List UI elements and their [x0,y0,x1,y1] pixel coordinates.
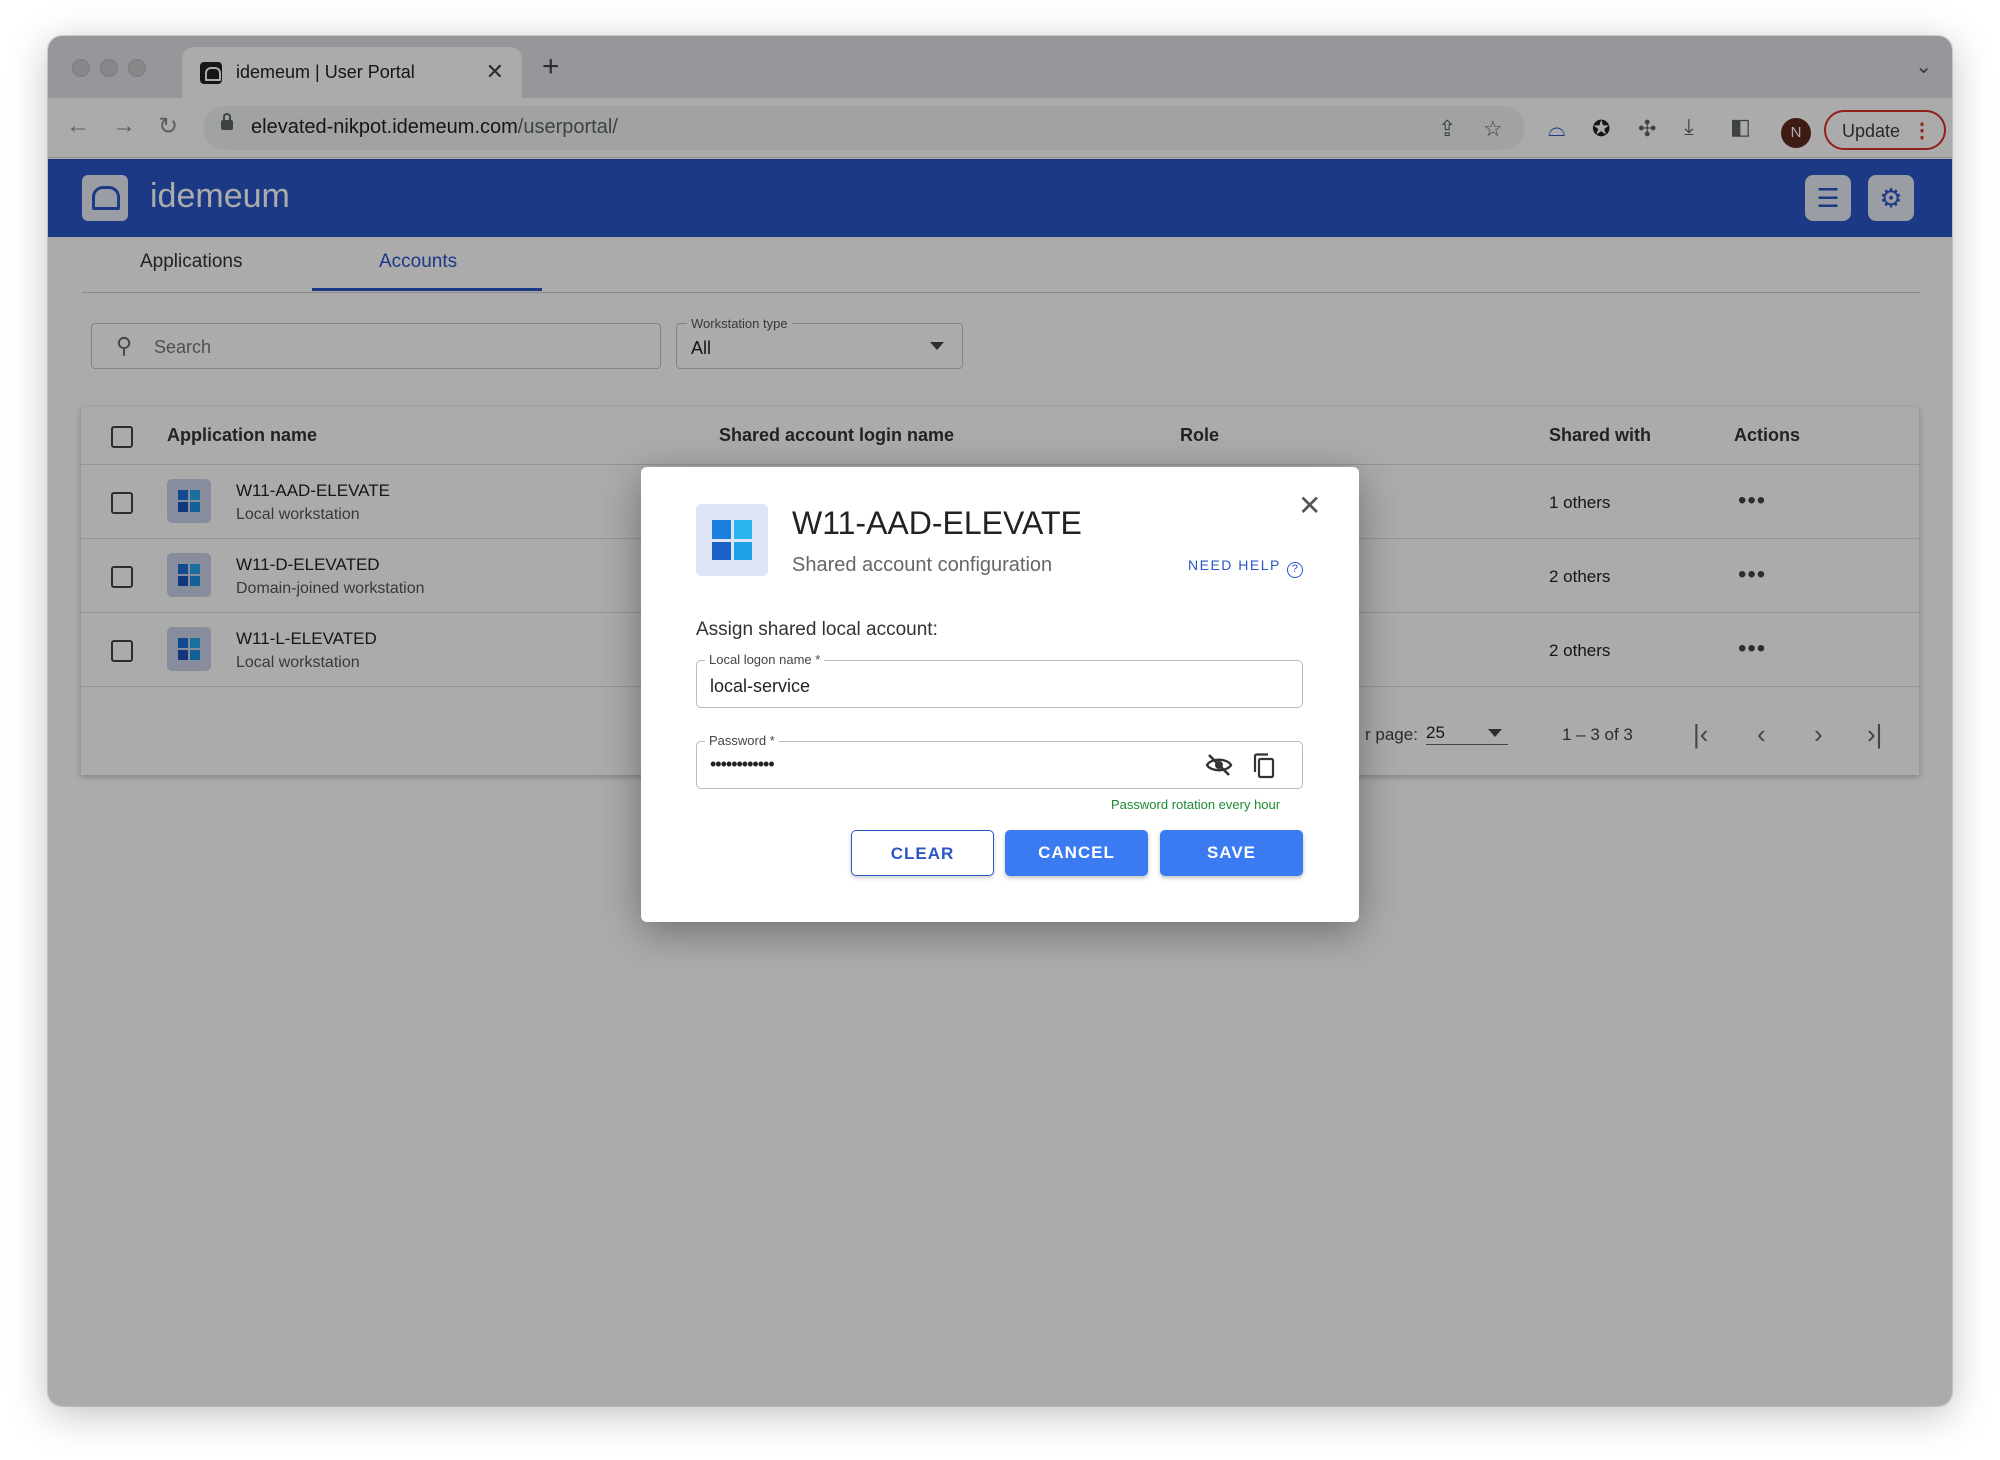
windows-logo-icon [696,504,768,576]
local-logon-name-field[interactable]: Local logon name * local-service [696,652,1303,708]
dialog-title: W11-AAD-ELEVATE [792,505,1082,541]
password-value: •••••••••••• [710,754,775,774]
need-help-link[interactable]: NEED HELP? [1188,557,1303,578]
cancel-button[interactable]: CANCEL [1005,830,1148,876]
help-circle-icon: ? [1286,562,1303,578]
dialog-subtitle: Shared account configuration [792,554,1053,576]
shared-account-dialog: W11-AAD-ELEVATE Shared account configura… [641,467,1359,922]
local-logon-name-label: Local logon name * [705,652,825,667]
browser-window: idemeum | User Portal ✕ + ⌄ ← → ↻ elevat… [48,36,1952,1406]
password-field[interactable]: Password * •••••••••••• [696,733,1303,789]
copy-icon[interactable] [1252,753,1276,784]
password-rotation-note: Password rotation every hour [1111,797,1281,812]
password-label: Password * [705,733,779,748]
local-logon-name-value: local-service [710,676,811,696]
close-icon[interactable]: ✕ [1298,489,1321,522]
visibility-off-icon[interactable] [1205,752,1233,783]
clear-button[interactable]: CLEAR [851,830,994,876]
save-button[interactable]: SAVE [1160,830,1303,876]
assign-account-heading: Assign shared local account: [696,619,938,640]
